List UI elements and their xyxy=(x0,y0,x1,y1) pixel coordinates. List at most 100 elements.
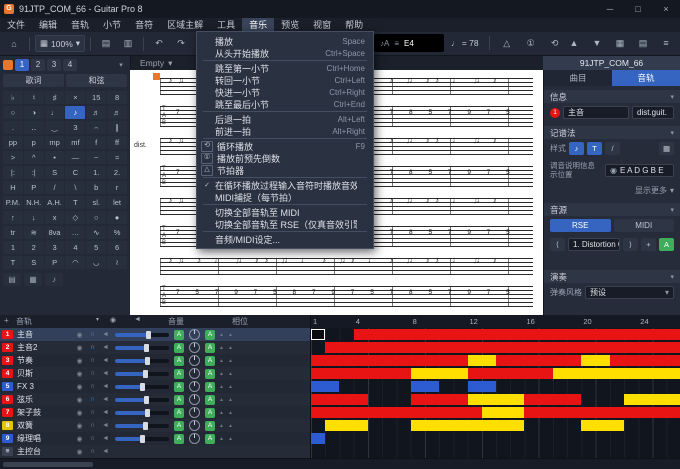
palette-symbol[interactable]: ◑ xyxy=(24,106,44,119)
headphones-icon[interactable]: ∩ xyxy=(86,331,99,338)
close-button[interactable]: × xyxy=(652,0,680,18)
palette-color-swatch[interactable] xyxy=(3,60,13,70)
palette-symbol[interactable]: 1. xyxy=(86,166,106,179)
palette-symbol[interactable]: N.H. xyxy=(24,196,44,209)
palette-symbol[interactable]: ◇ xyxy=(65,211,85,224)
home-icon[interactable]: ⌂ xyxy=(4,36,24,52)
menu-item-row[interactable]: ⟲循环播放F9 xyxy=(197,140,373,152)
slash-notation-icon[interactable]: / xyxy=(605,142,620,155)
pan-automation-button[interactable]: A xyxy=(205,343,215,353)
palette-symbol[interactable]: 2. xyxy=(107,166,127,179)
eye-icon[interactable]: ◉ xyxy=(73,370,86,378)
spin-up-icon[interactable]: ▲ xyxy=(217,410,226,416)
palette-symbol[interactable]: × xyxy=(65,91,85,104)
add-track-button[interactable]: + xyxy=(4,316,9,325)
spin-up-icon[interactable]: ▲ xyxy=(226,332,235,338)
volume-slider[interactable] xyxy=(115,333,169,337)
eye-icon[interactable]: ◉ xyxy=(73,383,86,391)
palette-symbol[interactable]: p xyxy=(24,136,44,149)
loop-icon[interactable]: ⟲ xyxy=(545,35,565,51)
volume-slider[interactable] xyxy=(115,398,169,402)
palette-symbol[interactable]: A.H. xyxy=(45,196,65,209)
palette-symbol[interactable]: sl. xyxy=(86,196,106,209)
speaker-icon[interactable]: ◄ xyxy=(134,316,141,323)
document-tab[interactable]: 91JTP_COM_66 xyxy=(543,56,680,70)
menu-item-row[interactable]: 转回一小节Ctrl+Left xyxy=(197,74,373,86)
next-sound-icon[interactable]: ⟩ xyxy=(623,238,638,251)
volume-slider[interactable] xyxy=(115,385,169,389)
play-style-dropdown[interactable]: 预设 ▾ xyxy=(585,286,674,299)
spin-up-icon[interactable]: ▲ xyxy=(217,371,226,377)
timeline-segment[interactable] xyxy=(411,420,525,431)
palette-symbol[interactable]: ^ xyxy=(24,151,44,164)
menubar-item-音符[interactable]: 音符 xyxy=(128,18,160,32)
headphones-icon[interactable]: ∩ xyxy=(86,396,99,403)
palette-symbol[interactable]: 4 xyxy=(65,241,85,254)
spin-up-icon[interactable]: ▲ xyxy=(217,423,226,429)
menu-item-row[interactable]: ①播放前预先倒数 xyxy=(197,152,373,164)
palette-symbol[interactable]: — xyxy=(65,151,85,164)
volume-handle[interactable] xyxy=(143,422,148,430)
spin-up-icon[interactable]: ▲ xyxy=(217,358,226,364)
pan-automation-button[interactable]: A xyxy=(205,434,215,444)
headphones-icon[interactable]: ∩ xyxy=(86,370,99,377)
spin-up-icon[interactable]: ▲ xyxy=(226,384,235,390)
timeline-segment[interactable] xyxy=(325,342,680,353)
voice-button-4[interactable]: 4 xyxy=(63,59,77,71)
palette-symbol[interactable]: ≈ xyxy=(107,151,127,164)
palette-symbol[interactable]: S xyxy=(45,166,65,179)
eye-icon[interactable]: ◉ xyxy=(73,357,86,365)
timeline-segment[interactable] xyxy=(411,368,468,379)
eye-icon[interactable]: ◉ xyxy=(73,331,86,339)
eye-icon[interactable]: ◉ xyxy=(73,344,86,352)
volume-handle[interactable] xyxy=(140,435,145,443)
section-notation-header[interactable]: 记谱法 ▾ xyxy=(544,126,680,139)
timeline-segment[interactable] xyxy=(581,420,624,431)
pan-knob[interactable] xyxy=(189,433,200,444)
timeline-segment[interactable] xyxy=(411,381,439,392)
palette-symbol[interactable]: ◡ xyxy=(86,256,106,269)
timeline-segment[interactable] xyxy=(311,368,411,379)
palette-symbol[interactable]: ff xyxy=(107,136,127,149)
volume-handle[interactable] xyxy=(140,383,145,391)
metronome-icon[interactable]: △ xyxy=(497,35,517,51)
palette-symbol[interactable]: :| xyxy=(24,166,44,179)
spin-up-icon[interactable]: ▲ xyxy=(226,436,235,442)
pan-knob[interactable] xyxy=(189,329,200,340)
add-sound-icon[interactable]: + xyxy=(641,238,656,251)
timeline-segment[interactable] xyxy=(496,355,581,366)
spin-up-icon[interactable]: ▲ xyxy=(226,423,235,429)
palette-symbol[interactable]: ● xyxy=(107,211,127,224)
menu-item-row[interactable]: 切换全部音轨至 MIDI xyxy=(197,206,373,218)
palette-symbol[interactable]: ○ xyxy=(86,211,106,224)
chevron-down-icon[interactable]: ▾ xyxy=(96,316,99,323)
timeline-segment[interactable] xyxy=(354,329,680,340)
timeline-header[interactable]: 14812162024 xyxy=(310,315,680,328)
headphones-icon[interactable]: ∩ xyxy=(86,448,99,455)
section-info-header[interactable]: 信息 ▾ xyxy=(544,90,680,103)
palette-symbol[interactable]: ♩ xyxy=(45,106,65,119)
spin-up-icon[interactable]: ▲ xyxy=(217,397,226,403)
timeline-segment[interactable] xyxy=(311,381,339,392)
track-shortname-field[interactable]: dist.guit. xyxy=(632,106,674,119)
section-marker-box[interactable] xyxy=(153,73,160,80)
palette-mode-歌词[interactable]: 歌词 xyxy=(3,74,64,87)
menu-item-row[interactable]: MIDI捕捉（每节拍） xyxy=(197,191,373,203)
headphones-icon[interactable]: ∩ xyxy=(86,383,99,390)
timeline-segment[interactable] xyxy=(524,407,680,418)
timeline-segment[interactable] xyxy=(311,329,325,340)
menu-item-row[interactable]: ✓在循环播放过程输入音符时播放音效 xyxy=(197,179,373,191)
palette-symbol[interactable]: 8 xyxy=(107,91,127,104)
maximize-button[interactable]: □ xyxy=(624,0,652,18)
spin-up-icon[interactable]: ▲ xyxy=(226,345,235,351)
spin-up-icon[interactable]: ▲ xyxy=(226,371,235,377)
speaker-icon[interactable]: ◄ xyxy=(99,409,112,416)
pan-knob[interactable] xyxy=(189,381,200,392)
menu-item-row[interactable]: 跳至第一小节Ctrl+Home xyxy=(197,62,373,74)
palette-symbol[interactable]: ∥ xyxy=(107,121,127,134)
speaker-icon[interactable]: ◄ xyxy=(99,435,112,442)
eye-icon[interactable]: ◉ xyxy=(73,422,86,430)
palette-symbol[interactable]: H xyxy=(3,181,23,194)
volume-automation-button[interactable]: A xyxy=(174,421,184,431)
eye-icon[interactable]: ◉ xyxy=(73,448,86,456)
